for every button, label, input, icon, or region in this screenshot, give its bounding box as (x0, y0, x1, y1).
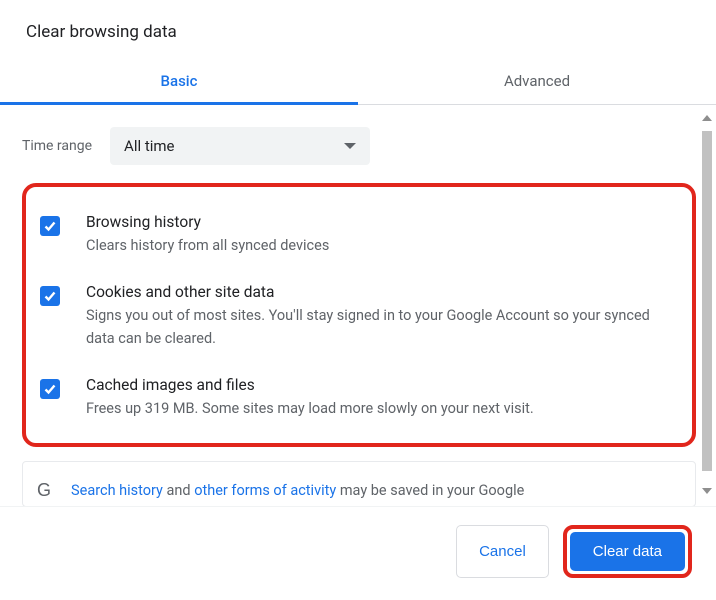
google-activity-info: G Search history and other forms of acti… (22, 461, 696, 506)
checkbox-browsing-history[interactable] (40, 216, 60, 236)
check-icon (43, 289, 57, 303)
option-desc: Frees up 319 MB. Some sites may load mor… (86, 398, 534, 420)
option-cookies: Cookies and other site data Signs you ou… (34, 279, 674, 372)
time-range-value: All time (124, 137, 174, 155)
option-desc: Clears history from all synced devices (86, 235, 329, 257)
link-search-history[interactable]: Search history (71, 482, 163, 499)
scroll-thumb[interactable] (702, 131, 712, 471)
tab-basic-label: Basic (161, 72, 198, 90)
option-title: Cookies and other site data (86, 283, 674, 301)
check-icon (43, 382, 57, 396)
option-title: Browsing history (86, 213, 329, 231)
options-highlight-box: Browsing history Clears history from all… (22, 183, 696, 447)
chevron-down-icon (344, 143, 356, 149)
tab-basic[interactable]: Basic (0, 60, 358, 104)
option-desc: Signs you out of most sites. You'll stay… (86, 305, 674, 350)
dialog-title: Clear browsing data (0, 0, 716, 60)
content-area: Time range All time Browsing history Cle… (0, 105, 716, 506)
option-title: Cached images and files (86, 376, 534, 394)
time-range-row: Time range All time (22, 127, 696, 165)
cancel-button[interactable]: Cancel (456, 525, 549, 578)
checkbox-cached[interactable] (40, 379, 60, 399)
scroll-down-icon (702, 488, 712, 494)
scrollbar[interactable] (700, 113, 714, 498)
option-cached: Cached images and files Frees up 319 MB.… (34, 372, 674, 420)
checkbox-cookies[interactable] (40, 286, 60, 306)
option-browsing-history: Browsing history Clears history from all… (34, 209, 674, 279)
clear-data-highlight: Clear data (563, 525, 692, 578)
clear-data-button[interactable]: Clear data (570, 532, 685, 571)
info-text: Search history and other forms of activi… (71, 480, 524, 502)
time-range-label: Time range (22, 138, 92, 154)
tab-advanced-label: Advanced (504, 72, 570, 90)
tabs: Basic Advanced (0, 60, 716, 105)
link-other-activity[interactable]: other forms of activity (194, 482, 336, 499)
clear-browsing-data-dialog: Clear browsing data Basic Advanced Time … (0, 0, 716, 600)
time-range-select[interactable]: All time (110, 127, 370, 165)
scroll-up-icon (702, 115, 712, 121)
tab-advanced[interactable]: Advanced (358, 60, 716, 104)
check-icon (43, 219, 57, 233)
dialog-footer: Cancel Clear data (0, 506, 716, 600)
google-g-icon: G (37, 477, 51, 505)
